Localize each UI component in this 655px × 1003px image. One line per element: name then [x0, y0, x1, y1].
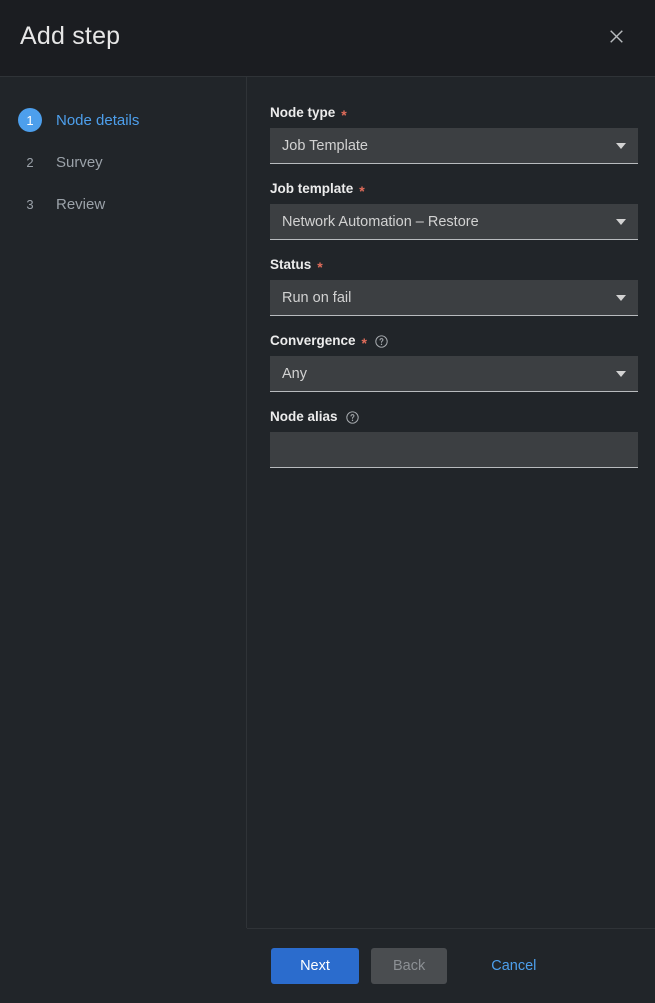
required-indicator: * [341, 107, 347, 123]
help-circle-icon[interactable] [345, 410, 359, 424]
job-template-select[interactable]: Network Automation – Restore [270, 204, 638, 240]
node-alias-input[interactable] [270, 432, 638, 468]
label-node-alias: Node alias [270, 409, 638, 425]
convergence-select[interactable]: Any [270, 356, 638, 392]
label-text-node-alias: Node alias [270, 409, 338, 424]
step-index-1: 1 [18, 108, 42, 132]
sidebar-item-review[interactable]: 3 Review [0, 183, 246, 225]
label-text-convergence: Convergence [270, 333, 356, 348]
field-job-template: Job template * Network Automation – Rest… [270, 181, 638, 240]
label-text-status: Status [270, 257, 312, 272]
node-type-select[interactable]: Job Template [270, 128, 638, 164]
required-indicator: * [361, 335, 367, 351]
step-index-2: 2 [26, 154, 34, 170]
chevron-down-icon [616, 370, 626, 377]
required-indicator: * [359, 183, 365, 199]
node-type-value: Job Template [282, 137, 368, 154]
next-button[interactable]: Next [271, 948, 359, 984]
convergence-value: Any [282, 365, 307, 382]
step-index-3: 3 [26, 196, 34, 212]
job-template-value: Network Automation – Restore [282, 213, 479, 230]
field-status: Status * Run on fail [270, 257, 638, 316]
status-select[interactable]: Run on fail [270, 280, 638, 316]
step-label-review: Review [56, 195, 106, 213]
label-text-job-template: Job template [270, 181, 354, 196]
status-value: Run on fail [282, 289, 352, 306]
required-indicator: * [317, 259, 323, 275]
label-convergence: Convergence * [270, 333, 638, 351]
back-button[interactable]: Back [371, 948, 448, 984]
page-title: Add step [20, 21, 121, 50]
field-node-alias: Node alias [270, 409, 638, 468]
field-node-type: Node type * Job Template [270, 105, 638, 164]
close-icon[interactable] [600, 20, 632, 52]
chevron-down-icon [616, 218, 626, 225]
node-details-form: Node type * Job Template Job template * … [247, 77, 655, 928]
chevron-down-icon [616, 294, 626, 301]
step-label-node-details: Node details [56, 111, 140, 129]
wizard-footer: Next Back Cancel [247, 928, 655, 1003]
wizard-header: Add step [0, 0, 655, 77]
cancel-button[interactable]: Cancel [481, 948, 546, 984]
label-node-type: Node type * [270, 105, 638, 123]
help-circle-icon[interactable] [375, 334, 388, 348]
label-text-node-type: Node type [270, 105, 336, 120]
wizard-step-nav: 1 Node details 2 Survey 3 Review [0, 77, 247, 928]
step-label-survey: Survey [56, 153, 103, 171]
add-step-wizard-modal: Add step 1 Node details 2 Survey 3 Revie… [0, 0, 655, 1003]
label-job-template: Job template * [270, 181, 638, 199]
sidebar-item-survey[interactable]: 2 Survey [0, 141, 246, 183]
chevron-down-icon [616, 142, 626, 149]
wizard-body: 1 Node details 2 Survey 3 Review Node ty… [0, 77, 655, 928]
label-status: Status * [270, 257, 638, 275]
field-convergence: Convergence * Any [270, 333, 638, 392]
sidebar-item-node-details[interactable]: 1 Node details [0, 99, 246, 141]
